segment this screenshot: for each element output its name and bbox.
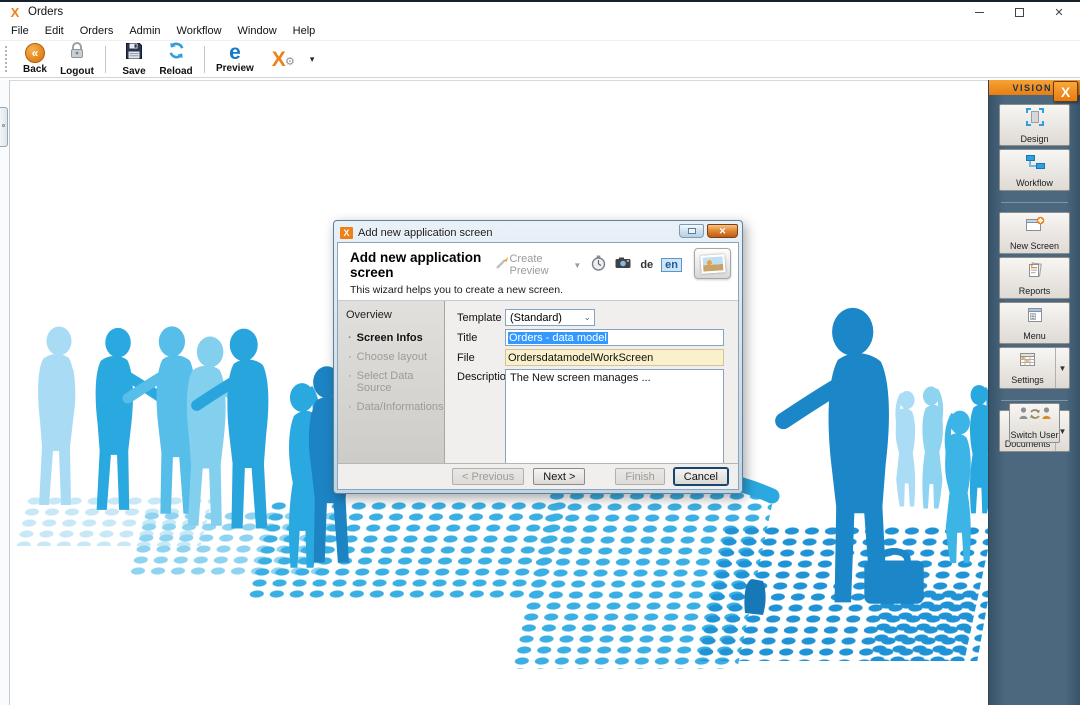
reload-button[interactable]: Reload [155, 40, 197, 78]
toolbar: « Back Logout Save Reload e Preview [0, 41, 1080, 78]
steps-header: Overview [346, 309, 440, 321]
file-input[interactable]: OrdersdatamodelWorkScreen [505, 349, 724, 366]
sidebar-separator [1001, 400, 1068, 401]
create-preview-label[interactable]: Create Preview [509, 253, 567, 277]
design-button[interactable]: Design [999, 104, 1070, 146]
dialog-close-button[interactable]: ✕ [707, 224, 738, 238]
new-screen-button[interactable]: New Screen [999, 212, 1070, 254]
refresh-icon [167, 41, 186, 65]
template-select[interactable]: (Standard) ⌄ [505, 309, 595, 326]
title-input[interactable]: Orders - data model [505, 329, 724, 346]
next-button[interactable]: Next > [533, 468, 585, 485]
file-label: File [457, 352, 505, 364]
step-screen-infos[interactable]: · Screen Infos [346, 332, 440, 344]
toolbar-separator [204, 46, 205, 73]
title-label: Title [457, 332, 505, 344]
template-label: Template [457, 312, 505, 324]
menu-button[interactable]: Menu [999, 302, 1070, 344]
step-select-data-source[interactable]: · Select Data Source [346, 370, 440, 394]
back-icon: « [25, 43, 45, 63]
app-logo-icon: X [8, 6, 22, 19]
menubar: File Edit Orders Admin Workflow Window H… [0, 22, 1080, 41]
minimize-button[interactable] [972, 5, 986, 19]
step-choose-layout[interactable]: · Choose layout [346, 351, 440, 363]
wizard-form: Template (Standard) ⌄ Title Orders - dat… [445, 301, 738, 463]
dialog-header: Add new application screen Create Previe… [338, 243, 738, 301]
menu-file[interactable]: File [3, 23, 37, 39]
menu-admin[interactable]: Admin [121, 23, 168, 39]
dialog-heading: Add new application screen [350, 250, 487, 280]
previous-button[interactable]: < Previous [452, 468, 524, 485]
chevron-down-icon: ⌄ [583, 312, 591, 323]
toolbar-dropdown-icon[interactable]: ▾ [310, 54, 315, 65]
menu-icon [1025, 306, 1045, 329]
settings-dropdown-icon[interactable]: ▼ [1055, 348, 1069, 388]
add-screen-dialog: X Add new application screen ✕ Add new a… [333, 220, 743, 494]
screen-preview-image-icon[interactable] [694, 248, 731, 279]
x-gear-icon: X⚙ [272, 50, 286, 69]
padlock-icon [68, 41, 86, 65]
left-collapsed-panel [0, 80, 10, 705]
toolbar-grip[interactable] [5, 46, 7, 72]
sidebar-separator [1001, 202, 1068, 203]
menu-help[interactable]: Help [285, 23, 324, 39]
workflow-icon [1025, 153, 1045, 176]
menu-orders[interactable]: Orders [72, 23, 122, 39]
floppy-disk-icon [125, 42, 143, 65]
language-de-button[interactable]: de [640, 259, 653, 271]
menu-window[interactable]: Window [230, 23, 285, 39]
back-button[interactable]: « Back [14, 42, 56, 76]
save-button[interactable]: Save [113, 41, 155, 78]
window-titlebar: X Orders ✕ [0, 2, 1080, 22]
window-controls: ✕ [972, 5, 1072, 19]
cancel-button[interactable]: Cancel [674, 468, 728, 485]
dialog-subtitle: This wizard helps you to create a new sc… [350, 284, 728, 296]
new-screen-icon [1025, 216, 1045, 239]
dialog-footer: < Previous Next > Finish Cancel [338, 463, 738, 489]
window-title: Orders [28, 6, 63, 18]
language-en-button[interactable]: en [661, 258, 682, 272]
close-button[interactable]: ✕ [1052, 5, 1066, 19]
xvision-tool-button[interactable]: X⚙ [258, 49, 300, 70]
logout-button[interactable]: Logout [56, 40, 98, 78]
menu-edit[interactable]: Edit [37, 23, 72, 39]
description-textarea[interactable]: The New screen manages ... [505, 369, 724, 471]
maximize-button[interactable] [1012, 5, 1026, 19]
brand-label: VISION [1012, 83, 1052, 93]
dialog-titlebar[interactable]: X Add new application screen ✕ [337, 224, 739, 242]
workflow-button[interactable]: Workflow [999, 149, 1070, 191]
create-preview-dropdown-icon[interactable]: ▼ [573, 261, 581, 270]
wizard-steps-panel: Overview · Screen Infos · Choose layout … [338, 301, 445, 463]
preview-button[interactable]: e Preview [212, 43, 258, 75]
reports-icon [1026, 261, 1044, 284]
application-window: X Orders ✕ File Edit Orders Admin Workfl… [0, 0, 1080, 705]
brush-icon [493, 256, 509, 274]
switch-user-icon [1018, 406, 1052, 428]
finish-button[interactable]: Finish [615, 468, 664, 485]
sidebar-buttons: Design Workflow New Screen [999, 104, 1070, 455]
dialog-maximize-button[interactable] [679, 224, 704, 238]
toolbar-separator [105, 46, 106, 73]
dialog-content: Add new application screen Create Previe… [337, 242, 739, 490]
camera-icon[interactable] [615, 256, 631, 274]
dialog-title: Add new application screen [358, 227, 493, 239]
switch-user-button[interactable]: Switch User [1009, 403, 1060, 443]
reports-button[interactable]: Reports [999, 257, 1070, 299]
tools-sidebar: VISION X Design Workflow [988, 80, 1080, 705]
menu-workflow[interactable]: Workflow [169, 23, 230, 39]
dialog-app-icon: X [340, 227, 353, 239]
browser-e-icon: e [229, 44, 241, 62]
panel-expand-handle[interactable] [0, 107, 8, 147]
settings-icon [1018, 351, 1037, 373]
main-area: VISION X Design Workflow [0, 80, 1080, 705]
design-icon [1025, 107, 1045, 132]
vision-x-logo-icon: X [1053, 81, 1078, 102]
settings-button[interactable]: Settings ▼ [999, 347, 1070, 389]
description-label: Description [457, 371, 505, 383]
stopwatch-icon[interactable] [591, 255, 606, 276]
step-data-informations[interactable]: · Data/Informations [346, 401, 440, 413]
